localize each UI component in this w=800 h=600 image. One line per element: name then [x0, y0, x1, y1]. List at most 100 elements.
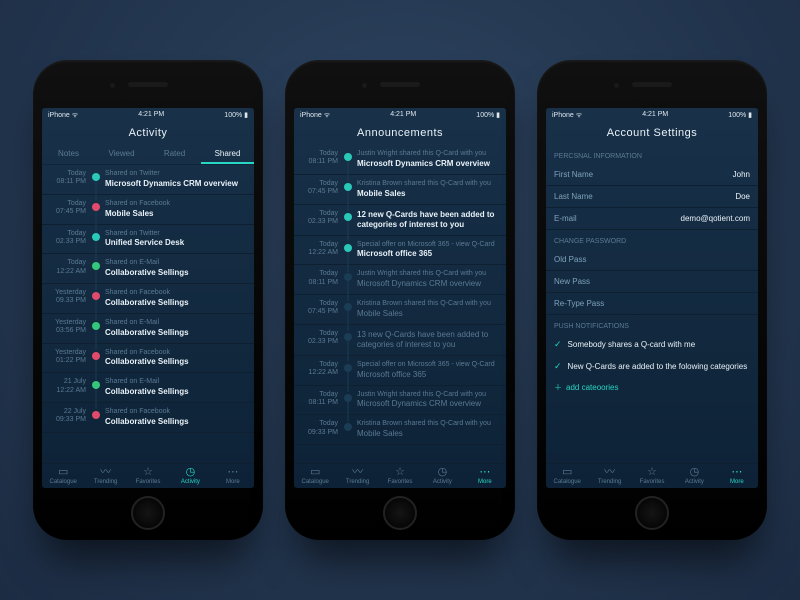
tabbar-label: Trending [346, 479, 369, 485]
list-item[interactable]: Today08:11 PMJustin Wright shared this Q… [294, 145, 506, 175]
home-button[interactable] [383, 496, 417, 530]
tabbar-trending[interactable]: 〰Trending [336, 467, 378, 485]
list-item[interactable]: Today07:45 PMShared on FacebookMobile Sa… [42, 195, 254, 225]
more-icon: ⋯ [731, 467, 742, 478]
timeline-dot-icon [344, 153, 352, 161]
email-field[interactable]: E-mail demo@qotient.com [546, 208, 758, 230]
phone-2: iPhone ᯤ 4:21 PM 100% ▮ Announcements To… [285, 60, 515, 540]
timeline-dot-icon [344, 303, 352, 311]
tab-shared[interactable]: Shared [201, 145, 254, 164]
trending-icon: 〰 [352, 467, 363, 478]
list-item[interactable]: Yesterday09.33 PMShared on FacebookColla… [42, 284, 254, 314]
tabbar-activity[interactable]: ◷Activity [673, 467, 715, 485]
list-item[interactable]: Today07:45 PMKristina Brown shared this … [294, 295, 506, 325]
item-text: Special offer on Microsoft 365 - view Q-… [357, 361, 500, 380]
tabbar-favorites[interactable]: ☆Favorites [631, 467, 673, 485]
tab-bar: ▭Catalogue〰Trending☆Favorites◷Activity⋯M… [42, 463, 254, 488]
timeline-dot-icon [92, 381, 100, 389]
item-text: Shared on TwitterUnified Service Desk [105, 230, 248, 249]
activity-icon: ◷ [690, 467, 700, 478]
screen-settings: iPhone ᯤ 4:21 PM 100% ▮ Account Settings… [546, 108, 758, 488]
list-item[interactable]: Today12:22 AMShared on E-MailCollaborati… [42, 254, 254, 284]
list-item[interactable]: 21 July12:22 AMShared on E-MailCollabora… [42, 373, 254, 403]
tab-rated[interactable]: Rated [148, 145, 201, 164]
list-item[interactable]: 22 July09:33 PMShared on FacebookCollabo… [42, 403, 254, 433]
list-item[interactable]: Today02.33 PM12 new Q-Cards have been ad… [294, 205, 506, 236]
tabbar-catalogue[interactable]: ▭Catalogue [294, 467, 336, 485]
home-button[interactable] [635, 496, 669, 530]
tabbar-more[interactable]: ⋯More [464, 467, 506, 485]
tabbar-catalogue[interactable]: ▭Catalogue [42, 467, 84, 485]
list-item[interactable]: Today08:11 PMShared on TwitterMicrosoft … [42, 165, 254, 195]
list-item[interactable]: Today09:33 PMKristina Brown shared this … [294, 415, 506, 445]
first-name-field[interactable]: First Name John [546, 164, 758, 186]
trending-icon: 〰 [604, 467, 615, 478]
timeline-dot-icon [92, 203, 100, 211]
item-text: Kristina Brown shared this Q-Card with y… [357, 180, 500, 199]
value: demo@qotient.com [681, 214, 751, 223]
item-text: Shared on FacebookCollaborative Sellings [105, 349, 248, 368]
item-text: Shared on TwitterMicrosoft Dynamics CRM … [105, 170, 248, 189]
tab-notes[interactable]: Notes [42, 145, 95, 164]
last-name-field[interactable]: Last Name Doe [546, 186, 758, 208]
favorites-icon: ☆ [395, 467, 405, 478]
more-icon: ⋯ [227, 467, 238, 478]
timestamp: Today08:11 PM [300, 391, 342, 408]
timestamp: Today02.33 PM [48, 230, 90, 247]
tabbar-activity[interactable]: ◷Activity [421, 467, 463, 485]
list-item[interactable]: Today07:45 PMKristina Brown shared this … [294, 175, 506, 205]
new-pass-field[interactable]: New Pass [546, 271, 758, 293]
home-button[interactable] [131, 496, 165, 530]
tabbar-favorites[interactable]: ☆Favorites [379, 467, 421, 485]
timeline-dot-icon [344, 364, 352, 372]
timestamp: Today07:45 PM [48, 200, 90, 217]
list-item[interactable]: Today12:22 AMSpecial offer on Microsoft … [294, 236, 506, 266]
tabbar-more[interactable]: ⋯More [212, 467, 254, 485]
tabbar-label: Catalogue [50, 479, 77, 485]
old-pass-field[interactable]: Old Pass [546, 249, 758, 271]
tab-viewed[interactable]: Viewed [95, 145, 148, 164]
tabbar-favorites[interactable]: ☆Favorites [127, 467, 169, 485]
push-label: Somebody shares a Q-card with me [568, 340, 696, 349]
timestamp: 21 July12:22 AM [48, 378, 90, 395]
timeline-dot-icon [92, 173, 100, 181]
status-left: iPhone ᯤ [300, 111, 330, 120]
timeline-dot-icon [92, 411, 100, 419]
tabbar-activity[interactable]: ◷Activity [169, 467, 211, 485]
phone-1: iPhone ᯤ 4:21 PM 100% ▮ Activity NotesVi… [33, 60, 263, 540]
tabbar-more[interactable]: ⋯More [716, 467, 758, 485]
announcements-list[interactable]: Today08:11 PMJustin Wright shared this Q… [294, 145, 506, 463]
timeline-dot-icon [344, 183, 352, 191]
tabbar-trending[interactable]: 〰Trending [588, 467, 630, 485]
list-item[interactable]: Today12:22 AMSpecial offer on Microsoft … [294, 356, 506, 386]
catalogue-icon: ▭ [58, 467, 68, 478]
tabbar-label: Favorites [388, 479, 413, 485]
activity-list[interactable]: Today08:11 PMShared on TwitterMicrosoft … [42, 165, 254, 463]
status-time: 4:21 PM [138, 111, 164, 120]
status-left: iPhone ᯤ [552, 111, 582, 120]
item-text: Special offer on Microsoft 365 - view Q-… [357, 241, 500, 260]
retype-pass-field[interactable]: Re-Type Pass [546, 293, 758, 315]
list-item[interactable]: Today08:11 PMJustin Wright shared this Q… [294, 265, 506, 295]
item-text: Shared on FacebookCollaborative Sellings [105, 289, 248, 308]
activity-icon: ◷ [186, 467, 196, 478]
tabbar-catalogue[interactable]: ▭Catalogue [546, 467, 588, 485]
push-option-1[interactable]: ✓ Somebody shares a Q-card with me [546, 334, 758, 356]
list-item[interactable]: Yesterday01:22 PMShared on FacebookColla… [42, 344, 254, 374]
screen-activity: iPhone ᯤ 4:21 PM 100% ▮ Activity NotesVi… [42, 108, 254, 488]
value: John [733, 170, 750, 179]
tabbar-label: Activity [433, 479, 452, 485]
timestamp: Today08:11 PM [300, 150, 342, 167]
status-bar: iPhone ᯤ 4:21 PM 100% ▮ [294, 108, 506, 123]
list-item[interactable]: Today02.33 PM Shared on TwitterUnified Se… [42, 225, 254, 255]
item-text: Kristina Brown shared this Q-Card with y… [357, 420, 500, 439]
tabbar-label: More [478, 479, 492, 485]
tabbar-trending[interactable]: 〰Trending [84, 467, 126, 485]
screen-announcements: iPhone ᯤ 4:21 PM 100% ▮ Announcements To… [294, 108, 506, 488]
section-personal: PERCSNAL INFORMATION [546, 145, 758, 164]
push-option-2[interactable]: ✓ New Q-Cards are added to the folowing … [546, 356, 758, 378]
list-item[interactable]: Today08:11 PMJustin Wright shared this Q… [294, 386, 506, 416]
list-item[interactable]: Today02.33 PM13 new Q-Cards have been ad… [294, 325, 506, 356]
add-categories-button[interactable]: ＋ add cateoories [546, 378, 758, 397]
list-item[interactable]: Yesterday03:56 PMShared on E-MailCollabo… [42, 314, 254, 344]
